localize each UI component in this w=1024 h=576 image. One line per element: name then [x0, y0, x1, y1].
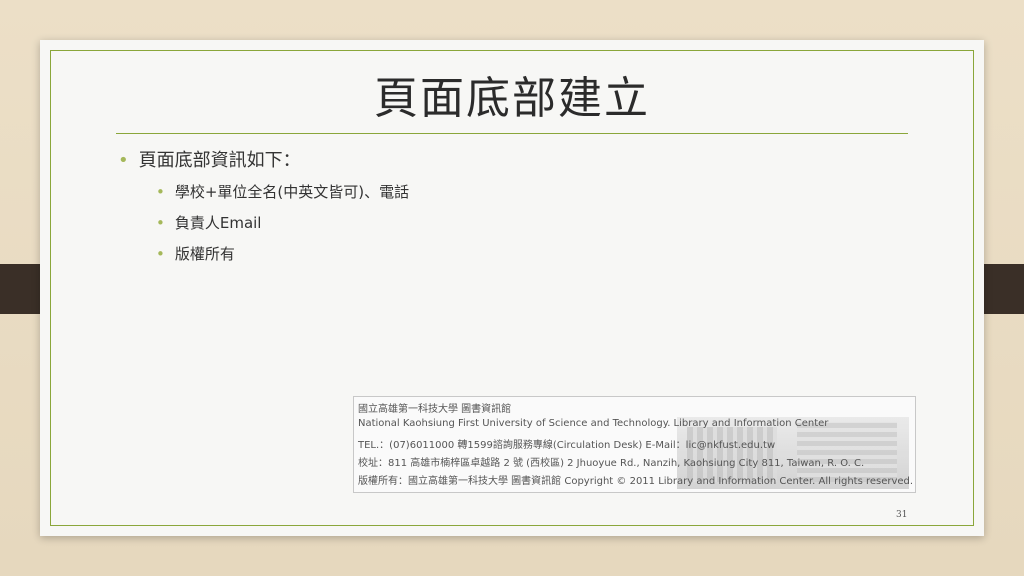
sub-bullet-text: 負責人Email	[174, 214, 262, 232]
sub-bullet: • 負責人Email	[156, 212, 261, 233]
footer-line-english-name: National Kaohsiung First University of S…	[358, 418, 829, 429]
footer-example-image: 國立高雄第一科技大學 圖書資訊館 National Kaohsiung Firs…	[353, 396, 916, 493]
main-bullet-text: 頁面底部資訊如下：	[138, 150, 301, 171]
bullet-icon: •	[156, 214, 165, 232]
footer-line-address: 校址：811 高雄市楠梓區卓越路 2 號 (西校區) 2 Jhuoyue Rd.…	[358, 458, 865, 469]
sub-bullet: • 版權所有	[156, 243, 235, 264]
main-bullet: • 頁面底部資訊如下：	[118, 146, 301, 172]
footer-line-copyright: 版權所有：國立高雄第一科技大學 圖書資訊館 Copyright © 2011 L…	[358, 476, 914, 487]
title-divider	[116, 133, 908, 134]
sub-bullet-text: 版權所有	[174, 245, 235, 263]
sub-bullet-text: 學校+單位全名(中英文皆可)、電話	[174, 183, 410, 201]
footer-line-library-name: 國立高雄第一科技大學 圖書資訊館	[358, 404, 512, 415]
slide-title: 頁面底部建立	[374, 73, 650, 124]
bullet-icon: •	[118, 150, 129, 171]
bullet-icon: •	[156, 245, 165, 263]
page-number: 31	[896, 510, 908, 520]
bullet-icon: •	[156, 183, 165, 201]
sub-bullet: • 學校+單位全名(中英文皆可)、電話	[156, 181, 409, 202]
footer-line-contact: TEL.：(07)6011000 轉1599諮詢服務專線(Circulation…	[358, 440, 776, 451]
